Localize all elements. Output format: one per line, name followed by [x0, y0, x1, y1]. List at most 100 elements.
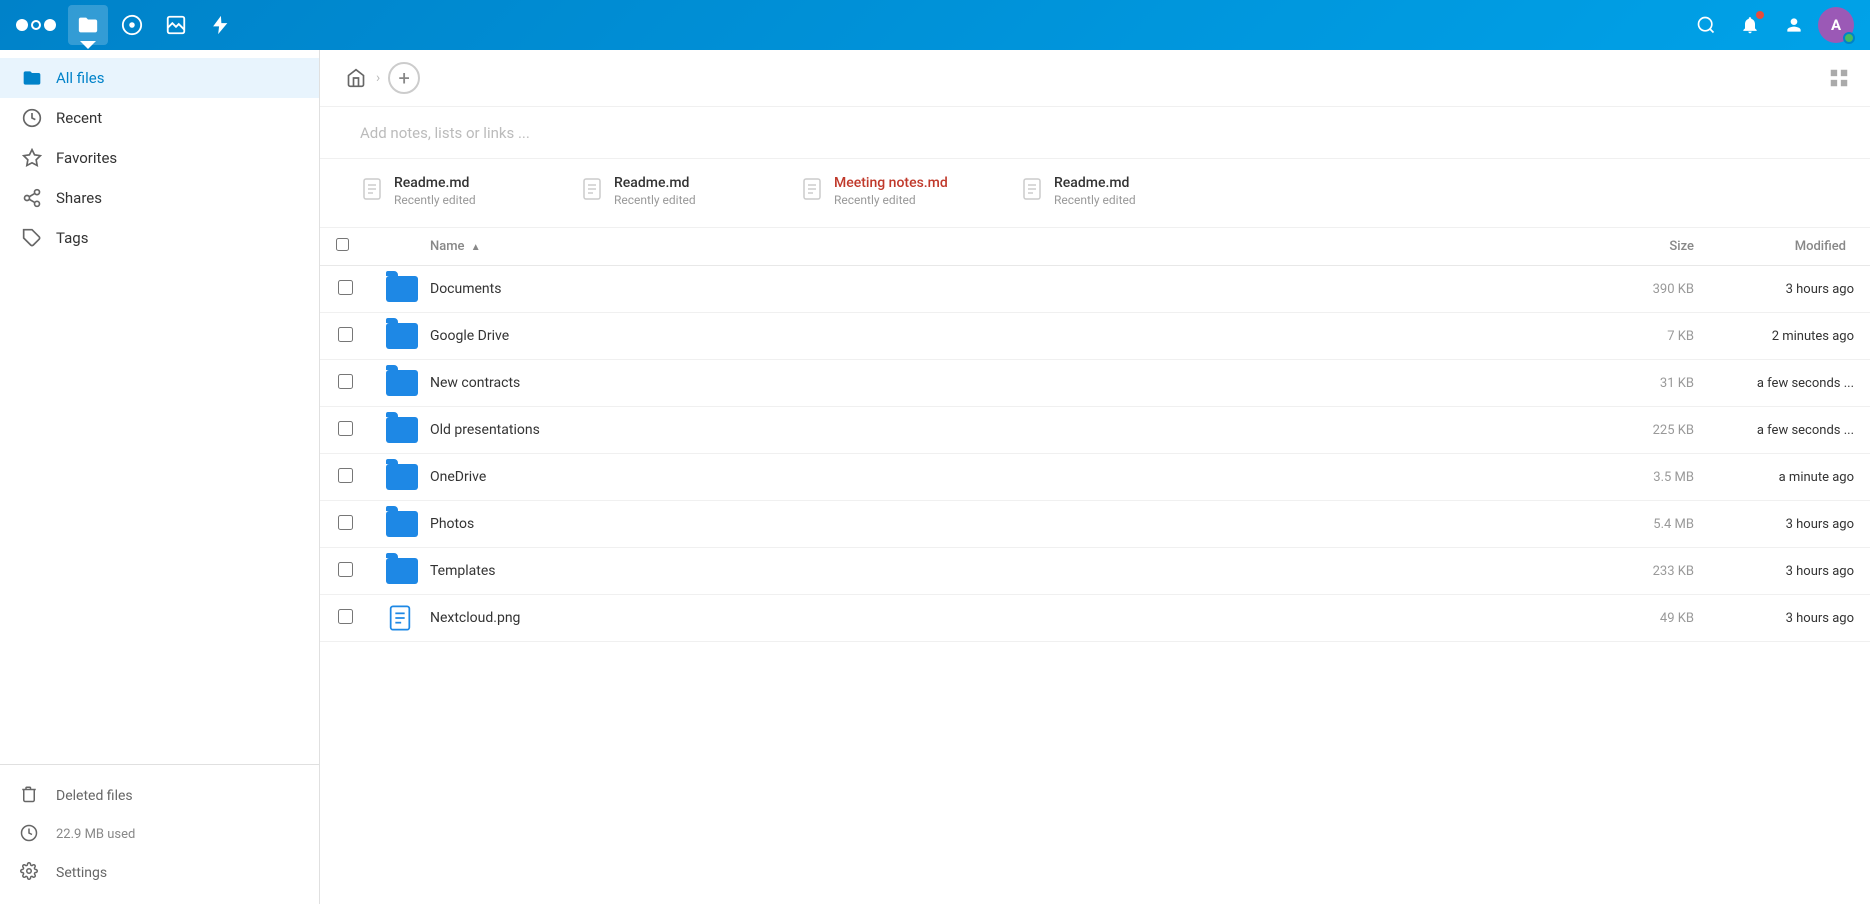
row-checkbox[interactable] — [338, 280, 353, 295]
notes-area[interactable]: Add notes, lists or links ... — [320, 107, 1870, 159]
table-row[interactable]: Photos ··· 5.4 MB 3 hours ago — [320, 501, 1870, 548]
name-column-header[interactable]: Name — [430, 239, 465, 254]
more-action-button[interactable]: ··· — [1573, 513, 1594, 536]
sidebar-item-deleted-files[interactable]: Deleted files — [20, 777, 299, 815]
row-size: 233 KB — [1610, 548, 1710, 595]
sidebar-item-settings[interactable]: Settings — [20, 854, 299, 892]
sidebar-item-all-files[interactable]: All files — [0, 58, 319, 98]
sidebar-item-label: Shares — [56, 189, 102, 207]
share-action-button[interactable] — [1541, 512, 1565, 536]
breadcrumb-bar: › + — [320, 50, 1870, 107]
main-layout: All files Recent Favorites Shares — [0, 50, 1870, 904]
sidebar-item-recent[interactable]: Recent — [0, 98, 319, 138]
folder-icon — [20, 68, 44, 88]
recent-file-sub: Recently edited — [1054, 193, 1136, 207]
sidebar-item-favorites[interactable]: Favorites — [0, 138, 319, 178]
table-row[interactable]: Old presentations ··· 225 KB a few secon… — [320, 407, 1870, 454]
file-name: Photos — [430, 516, 474, 532]
sidebar-item-tags[interactable]: Tags — [0, 218, 319, 258]
row-modified: a few seconds ... — [1710, 360, 1870, 407]
table-row[interactable]: Google Drive ··· 7 KB 2 minutes ago — [320, 313, 1870, 360]
table-row[interactable]: Documents ··· 390 KB 3 hours ago — [320, 266, 1870, 313]
recent-file-3[interactable]: Readme.md Recently edited — [1020, 175, 1200, 207]
select-all-checkbox[interactable] — [336, 238, 349, 251]
notifications-button[interactable] — [1730, 5, 1770, 45]
row-checkbox-cell — [320, 313, 370, 360]
view-toggle-button[interactable] — [1828, 67, 1850, 89]
file-name: New contracts — [430, 375, 520, 391]
gear-icon — [20, 862, 44, 884]
row-checkbox-cell — [320, 266, 370, 313]
avatar[interactable]: A — [1818, 7, 1854, 43]
folder-icon — [386, 417, 418, 443]
row-size: 7 KB — [1610, 313, 1710, 360]
share-action-button[interactable] — [1541, 324, 1565, 348]
row-checkbox[interactable] — [338, 374, 353, 389]
row-checkbox-cell — [320, 407, 370, 454]
row-checkbox[interactable] — [338, 515, 353, 530]
folder-icon — [386, 370, 418, 396]
size-column-header: Size — [1610, 228, 1710, 266]
recent-file-0[interactable]: Readme.md Recently edited — [360, 175, 540, 207]
row-name-cell: OneDrive ··· — [370, 454, 1610, 501]
recent-file-icon — [580, 177, 604, 207]
sidebar-storage-usage: 22.9 MB used — [20, 815, 299, 854]
share-action-button[interactable] — [1541, 371, 1565, 395]
app-photos[interactable] — [156, 5, 196, 45]
home-breadcrumb[interactable] — [340, 62, 372, 94]
more-action-button[interactable]: ··· — [1573, 278, 1594, 301]
nextcloud-logo[interactable] — [16, 19, 56, 31]
app-switcher — [68, 5, 240, 45]
row-checkbox[interactable] — [338, 468, 353, 483]
row-checkbox-cell — [320, 360, 370, 407]
more-action-button[interactable]: ··· — [1573, 560, 1594, 583]
sidebar-item-shares[interactable]: Shares — [0, 178, 319, 218]
share-action-button[interactable] — [1541, 559, 1565, 583]
share-action-button[interactable] — [1541, 465, 1565, 489]
sidebar-item-label: Tags — [56, 229, 88, 247]
share-action-button[interactable] — [1541, 418, 1565, 442]
file-name: OneDrive — [430, 469, 486, 485]
top-navigation: A — [0, 0, 1870, 50]
star-icon — [20, 148, 44, 168]
recent-file-2[interactable]: Meeting notes.md Recently edited — [800, 175, 980, 207]
recent-file-name: Readme.md — [1054, 175, 1136, 191]
recent-file-icon — [1020, 177, 1044, 207]
new-folder-button[interactable]: + — [388, 62, 420, 94]
sidebar-item-label: All files — [56, 69, 104, 87]
table-row[interactable]: Nextcloud.png ··· 49 KB 3 hours ago — [320, 595, 1870, 642]
recent-file-name: Meeting notes.md — [834, 175, 948, 191]
share-action-button[interactable] — [1541, 606, 1565, 630]
row-modified: a minute ago — [1710, 454, 1870, 501]
share-action-button[interactable] — [1541, 277, 1565, 301]
app-bolt[interactable] — [200, 5, 240, 45]
recent-file-1[interactable]: Readme.md Recently edited — [580, 175, 760, 207]
table-row[interactable]: Templates ··· 233 KB 3 hours ago — [320, 548, 1870, 595]
row-checkbox[interactable] — [338, 562, 353, 577]
row-name-cell: New contracts ··· — [370, 360, 1610, 407]
contacts-button[interactable] — [1774, 5, 1814, 45]
file-icon — [386, 605, 418, 631]
more-action-button[interactable]: ··· — [1573, 607, 1594, 630]
more-action-button[interactable]: ··· — [1573, 372, 1594, 395]
more-action-button[interactable]: ··· — [1573, 419, 1594, 442]
sidebar-item-label: Favorites — [56, 149, 117, 167]
row-checkbox-cell — [320, 548, 370, 595]
row-checkbox[interactable] — [338, 421, 353, 436]
more-action-button[interactable]: ··· — [1573, 466, 1594, 489]
search-button[interactable] — [1686, 5, 1726, 45]
main-content: › + Add notes, lists or links ... Readme… — [320, 50, 1870, 904]
row-name-cell: Nextcloud.png ··· — [370, 595, 1610, 642]
row-checkbox[interactable] — [338, 609, 353, 624]
table-row[interactable]: New contracts ··· 31 KB a few seconds ..… — [320, 360, 1870, 407]
app-files[interactable] — [68, 5, 108, 45]
app-activity[interactable] — [112, 5, 152, 45]
more-action-button[interactable]: ··· — [1573, 325, 1594, 348]
row-checkbox[interactable] — [338, 327, 353, 342]
deleted-files-label: Deleted files — [56, 788, 133, 804]
table-row[interactable]: OneDrive ··· 3.5 MB a minute ago — [320, 454, 1870, 501]
avatar-initials: A — [1831, 16, 1841, 34]
storage-icon — [20, 824, 44, 846]
row-modified: 3 hours ago — [1710, 501, 1870, 548]
row-modified: 2 minutes ago — [1710, 313, 1870, 360]
